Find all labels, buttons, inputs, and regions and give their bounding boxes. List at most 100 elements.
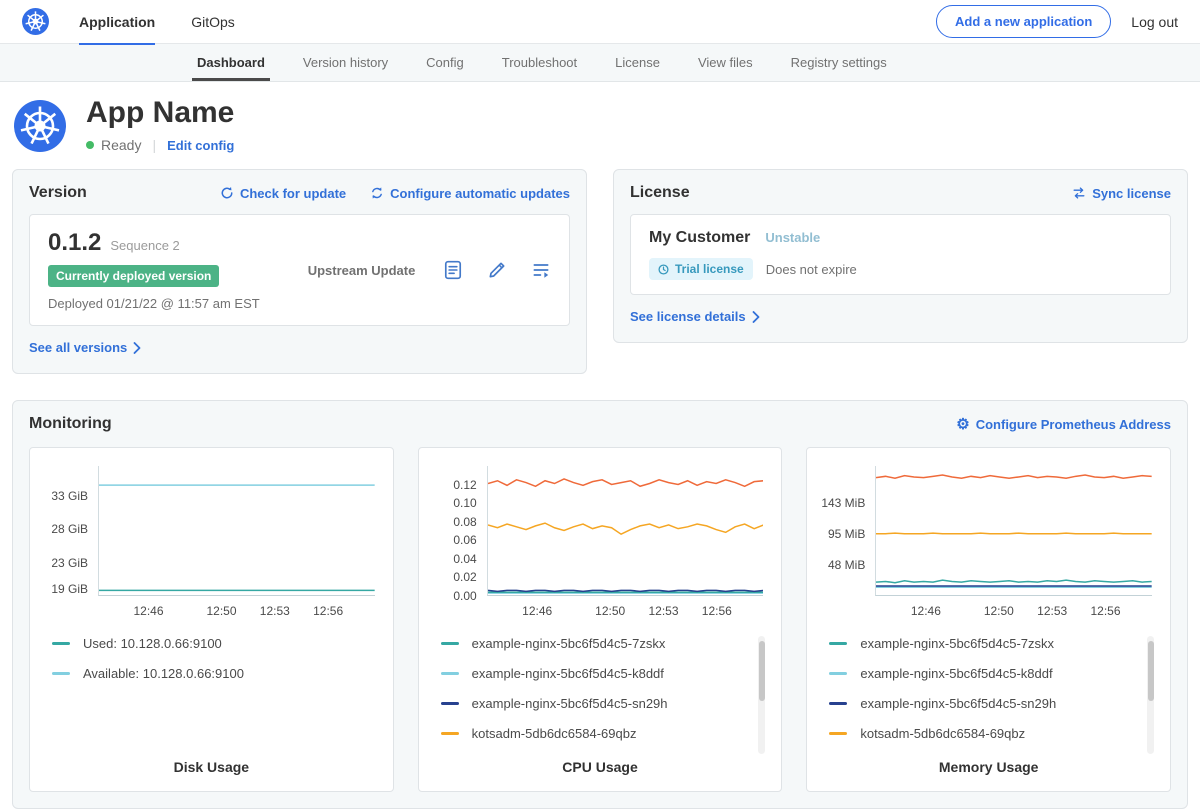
y-axis-label: 48 MiB [828,558,865,572]
chart-line [488,523,764,534]
y-axis-label: 23 GiB [51,556,88,570]
scrollbar-thumb[interactable] [759,641,765,701]
deployed-timestamp: Deployed 01/21/22 @ 11:57 am EST [48,296,260,311]
trial-license-label: Trial license [675,262,744,276]
version-sequence: Sequence 2 [110,238,179,253]
legend-item[interactable]: example-nginx-5bc6f5d4c5-k8ddf [441,666,752,681]
sync-icon [1072,186,1086,200]
app-header: App Name Ready | Edit config [0,82,1200,165]
configure-prometheus-link[interactable]: ⚙ Configure Prometheus Address [956,417,1171,432]
memory-legend: example-nginx-5bc6f5d4c5-7zskx example-ng… [829,636,1156,741]
current-version-box: 0.1.2 Sequence 2 Currently deployed vers… [29,214,570,326]
release-notes-icon[interactable] [443,260,463,280]
y-axis-label: 0.12 [453,478,476,492]
x-axis-label: 12:50 [206,604,236,618]
page-title: App Name [86,96,234,129]
subnav-view-files[interactable]: View files [679,44,772,81]
legend-label: kotsadm-5db6dc6584-69qbz [472,726,637,741]
app-icon [14,100,66,152]
legend-color-dash [829,642,847,645]
see-all-versions-link[interactable]: See all versions [29,340,141,355]
legend-item[interactable]: example-nginx-5bc6f5d4c5-k8ddf [829,666,1140,681]
chart-line [876,580,1152,583]
legend-label: Available: 10.128.0.66:9100 [83,666,244,681]
check-for-update-label: Check for update [240,186,346,201]
chevron-right-icon [133,342,141,354]
legend-color-dash [52,672,70,675]
subnav-troubleshoot[interactable]: Troubleshoot [483,44,596,81]
subnav-registry-settings[interactable]: Registry settings [772,44,906,81]
tab-gitops[interactable]: GitOps [191,0,235,44]
sync-license-link[interactable]: Sync license [1072,186,1171,201]
scrollbar-thumb[interactable] [1148,641,1154,701]
x-axis-label: 12:46 [911,604,941,618]
y-axis-label: 95 MiB [828,527,865,541]
legend-item[interactable]: example-nginx-5bc6f5d4c5-sn29h [829,696,1140,711]
legend-item[interactable]: example-nginx-5bc6f5d4c5-7zskx [441,636,752,651]
disk-x-axis: 12:4612:5012:5312:56 [98,596,379,620]
subnav-license[interactable]: License [596,44,679,81]
legend-item[interactable]: example-nginx-5bc6f5d4c5-7zskx [829,636,1140,651]
legend-label: kotsadm-5db6dc6584-69qbz [860,726,1025,741]
y-axis-label: 0.00 [453,589,476,603]
legend-scrollbar[interactable] [1147,636,1154,754]
disk-y-axis: 33 GiB28 GiB23 GiB19 GiB [44,466,98,596]
license-box: My Customer Unstable Trial license Does … [630,214,1171,295]
license-card-title: License [630,184,690,202]
chart-line [488,590,764,591]
cpu-usage-title: CPU Usage [433,741,768,785]
cpu-legend: example-nginx-5bc6f5d4c5-7zskx example-ng… [441,636,768,741]
legend-color-dash [829,702,847,705]
subnav-version-history[interactable]: Version history [284,44,407,81]
deployed-version-badge: Currently deployed version [48,265,219,287]
memory-y-axis: 143 MiB95 MiB48 MiB [821,466,875,596]
see-all-versions-label: See all versions [29,340,127,355]
cpu-usage-chart [487,466,764,596]
configure-automatic-updates-link[interactable]: Configure automatic updates [370,186,570,201]
subnav-dashboard[interactable]: Dashboard [178,44,284,81]
app-subnav: Dashboard Version history Config Trouble… [0,44,1200,82]
check-for-update-link[interactable]: Check for update [220,186,346,201]
trial-license-badge: Trial license [649,258,753,280]
top-navbar: Application GitOps Add a new application… [0,0,1200,44]
disk-usage-chart [98,466,375,596]
cpu-usage-panel: 0.120.100.080.060.040.020.00 12:4612:501… [418,447,783,792]
subnav-config[interactable]: Config [407,44,483,81]
legend-scrollbar[interactable] [758,636,765,754]
disk-usage-panel: 33 GiB28 GiB23 GiB19 GiB 12:4612:5012:53… [29,447,394,792]
configure-automatic-updates-label: Configure automatic updates [390,186,570,201]
version-card: Version Check for update Configure autom… [12,169,587,374]
disk-legend: Used: 10.128.0.66:9100 Available: 10.128.… [52,636,379,681]
see-license-details-link[interactable]: See license details [630,309,760,324]
legend-color-dash [441,702,459,705]
chart-line [876,475,1152,478]
legend-item[interactable]: Used: 10.128.0.66:9100 [52,636,363,651]
configure-prometheus-label: Configure Prometheus Address [976,417,1171,432]
x-axis-label: 12:46 [134,604,164,618]
legend-item[interactable]: kotsadm-5db6dc6584-69qbz [441,726,752,741]
legend-item[interactable]: Available: 10.128.0.66:9100 [52,666,363,681]
refresh-icon [220,186,234,200]
edit-config-icon[interactable] [487,260,507,280]
chart-line [488,479,764,486]
legend-color-dash [441,732,459,735]
add-new-application-button[interactable]: Add a new application [936,5,1111,38]
legend-item[interactable]: kotsadm-5db6dc6584-69qbz [829,726,1140,741]
y-axis-label: 0.06 [453,533,476,547]
tab-application[interactable]: Application [79,0,155,44]
status-dot [86,141,94,149]
chart-line [876,533,1152,534]
memory-usage-title: Memory Usage [821,741,1156,785]
y-axis-label: 28 GiB [51,522,88,536]
logout-link[interactable]: Log out [1131,14,1178,30]
sync-license-label: Sync license [1092,186,1171,201]
edit-config-link[interactable]: Edit config [167,138,234,153]
legend-item[interactable]: example-nginx-5bc6f5d4c5-sn29h [441,696,752,711]
legend-color-dash [829,672,847,675]
disk-usage-title: Disk Usage [44,741,379,785]
auto-update-icon [370,186,384,200]
y-axis-label: 0.08 [453,515,476,529]
gear-icon: ⚙ [956,417,969,432]
deploy-logs-icon[interactable] [531,260,551,280]
legend-color-dash [441,672,459,675]
